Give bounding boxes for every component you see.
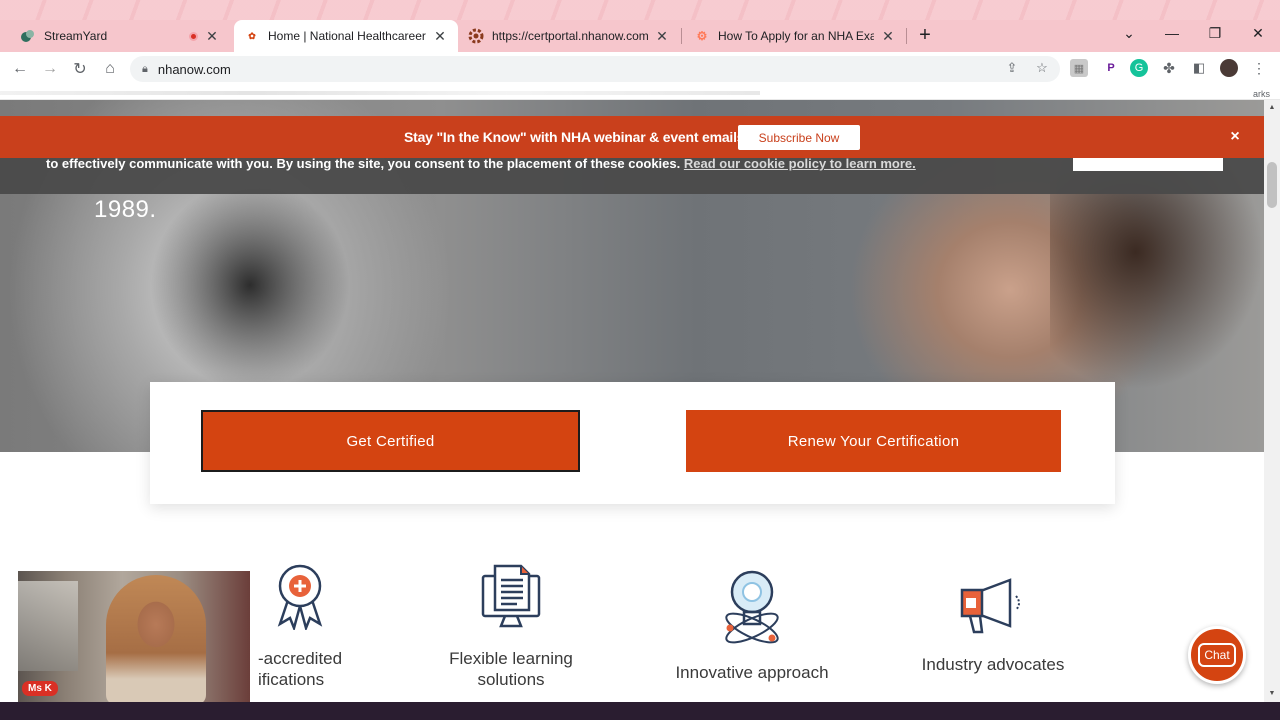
restore-window-icon[interactable]: ❐ xyxy=(1201,22,1229,44)
presenter-name-badge: Ms K xyxy=(22,681,58,696)
tab-title: https://certportal.nhanow.com/u xyxy=(492,29,648,43)
extensions-puzzle-icon[interactable]: ✤ xyxy=(1160,59,1178,77)
feature-title: Innovative approach xyxy=(675,663,829,682)
forward-arrow-icon[interactable]: → xyxy=(38,57,62,81)
browser-tab-strip: StreamYard ✕ ✿ Home | National Healthcar… xyxy=(0,0,1280,52)
bookmarks-blurred xyxy=(0,91,760,95)
hero-stethoscope-shadow xyxy=(150,180,350,390)
side-panel-icon[interactable]: ◧ xyxy=(1190,59,1208,77)
tabstrip-decoration xyxy=(0,0,1280,20)
profile-avatar-icon[interactable] xyxy=(1220,59,1238,77)
feature-title-line2: solutions xyxy=(477,670,545,689)
reload-icon[interactable]: ↻ xyxy=(68,57,92,81)
promo-message: Stay "In the Know" with NHA webinar & ev… xyxy=(404,129,749,145)
lightbulb-atom-icon xyxy=(725,570,779,644)
cookie-policy-link[interactable]: Read our cookie policy to learn more. xyxy=(684,156,916,171)
close-tab-icon[interactable]: ✕ xyxy=(432,28,448,44)
feature-title: Flexible learning xyxy=(449,649,573,668)
chat-label: Chat xyxy=(1198,643,1236,667)
renew-certification-button[interactable]: Renew Your Certification xyxy=(686,410,1061,472)
recording-indicator-icon xyxy=(189,31,198,41)
hubspot-favicon-icon: ⚙ xyxy=(696,29,708,43)
megaphone-icon xyxy=(960,578,1020,634)
close-banner-icon[interactable]: × xyxy=(1226,128,1244,146)
cookie-accept-button[interactable] xyxy=(1073,156,1223,171)
tab-search-chevron-icon[interactable]: ⌄ xyxy=(1115,22,1143,44)
promo-banner: Stay "In the Know" with NHA webinar & ev… xyxy=(0,116,1264,158)
subscribe-now-button[interactable]: Subscribe Now xyxy=(738,125,860,150)
gear-favicon-icon xyxy=(468,28,484,44)
lock-icon: 🔒︎ xyxy=(142,62,148,75)
grammarly-icon[interactable]: G xyxy=(1130,59,1148,77)
scroll-up-arrow-icon[interactable]: ▲ xyxy=(1264,100,1280,114)
close-tab-icon[interactable]: ✕ xyxy=(204,28,220,44)
more-menu-icon[interactable]: ⋮ xyxy=(1250,59,1268,77)
feature-title: -accredited xyxy=(258,649,343,668)
cta-card: Get Certified Renew Your Certification xyxy=(150,382,1115,504)
feature-title-line2: ifications xyxy=(258,670,325,689)
address-url: nhanow.com xyxy=(157,61,231,77)
bookmark-star-icon[interactable]: ☆ xyxy=(1032,58,1052,78)
bookmarks-overflow-text[interactable]: arks xyxy=(1253,89,1270,99)
tab-separator xyxy=(906,28,907,44)
tab-title: StreamYard xyxy=(44,29,108,43)
feature-title: Industry advocates xyxy=(921,655,1065,674)
back-arrow-icon[interactable]: ← xyxy=(8,57,32,81)
bottom-overlay-bar xyxy=(0,702,1280,720)
extension-grey-icon[interactable]: ▦ xyxy=(1070,59,1088,77)
feature-industry-advocates[interactable]: Industry advocates xyxy=(910,578,1076,675)
minimize-window-icon[interactable]: — xyxy=(1158,22,1186,44)
tab-separator xyxy=(681,28,682,44)
cookie-notice-message: to effectively communicate with you. By … xyxy=(46,156,681,171)
nha-favicon-icon: ✿ xyxy=(248,30,256,41)
streamyard-favicon-icon xyxy=(20,28,36,44)
address-bar[interactable]: 🔒︎ nhanow.com xyxy=(130,56,1060,82)
tab-certportal[interactable]: https://certportal.nhanow.com/u ✕ xyxy=(458,20,680,52)
webcam-background-shelf xyxy=(18,581,78,671)
close-tab-icon[interactable]: ✕ xyxy=(880,28,896,44)
scrollbar-thumb[interactable] xyxy=(1267,162,1277,208)
home-icon[interactable]: ⌂ xyxy=(98,57,122,81)
share-icon[interactable]: ⇪ xyxy=(1002,58,1022,78)
cookie-notice-text: to effectively communicate with you. By … xyxy=(46,156,916,171)
tab-nha-home[interactable]: ✿ Home | National Healthcareer Ass ✕ xyxy=(234,20,458,52)
tab-streamyard[interactable]: StreamYard ✕ xyxy=(10,20,230,52)
feature-innovative-approach[interactable]: Innovative approach xyxy=(662,566,842,683)
feature-flexible-learning[interactable]: Flexible learning solutions xyxy=(431,562,591,690)
page-scrollbar[interactable]: ▲ ▼ xyxy=(1264,100,1280,702)
extension-p-icon[interactable]: P xyxy=(1102,59,1120,77)
bookmarks-bar: arks xyxy=(0,86,1280,100)
close-tab-icon[interactable]: ✕ xyxy=(654,28,670,44)
webcam-presenter xyxy=(106,575,206,702)
webcam-overlay: Ms K xyxy=(18,571,250,702)
document-monitor-icon xyxy=(481,564,541,628)
browser-toolbar: ← → ↻ ⌂ 🔒︎ nhanow.com ⇪ ☆ ▦ P G ✤ ◧ ⋮ xyxy=(0,52,1280,86)
tab-title: Home | National Healthcareer Ass xyxy=(268,29,426,43)
award-ribbon-icon xyxy=(277,564,323,630)
get-certified-button[interactable]: Get Certified xyxy=(201,410,580,472)
hero-year-text: 1989. xyxy=(94,196,157,223)
tab-hubspot-article[interactable]: ⚙ How To Apply for an NHA Exam ✕ xyxy=(684,20,906,52)
hero-child-hair xyxy=(1050,160,1264,390)
close-window-icon[interactable]: ✕ xyxy=(1244,22,1272,44)
feature-accredited[interactable]: -accredited ifications xyxy=(230,562,370,690)
tab-title: How To Apply for an NHA Exam xyxy=(718,29,874,43)
scroll-down-arrow-icon[interactable]: ▼ xyxy=(1264,686,1280,700)
chat-button[interactable]: Chat xyxy=(1188,626,1246,684)
new-tab-button[interactable]: + xyxy=(914,24,936,46)
